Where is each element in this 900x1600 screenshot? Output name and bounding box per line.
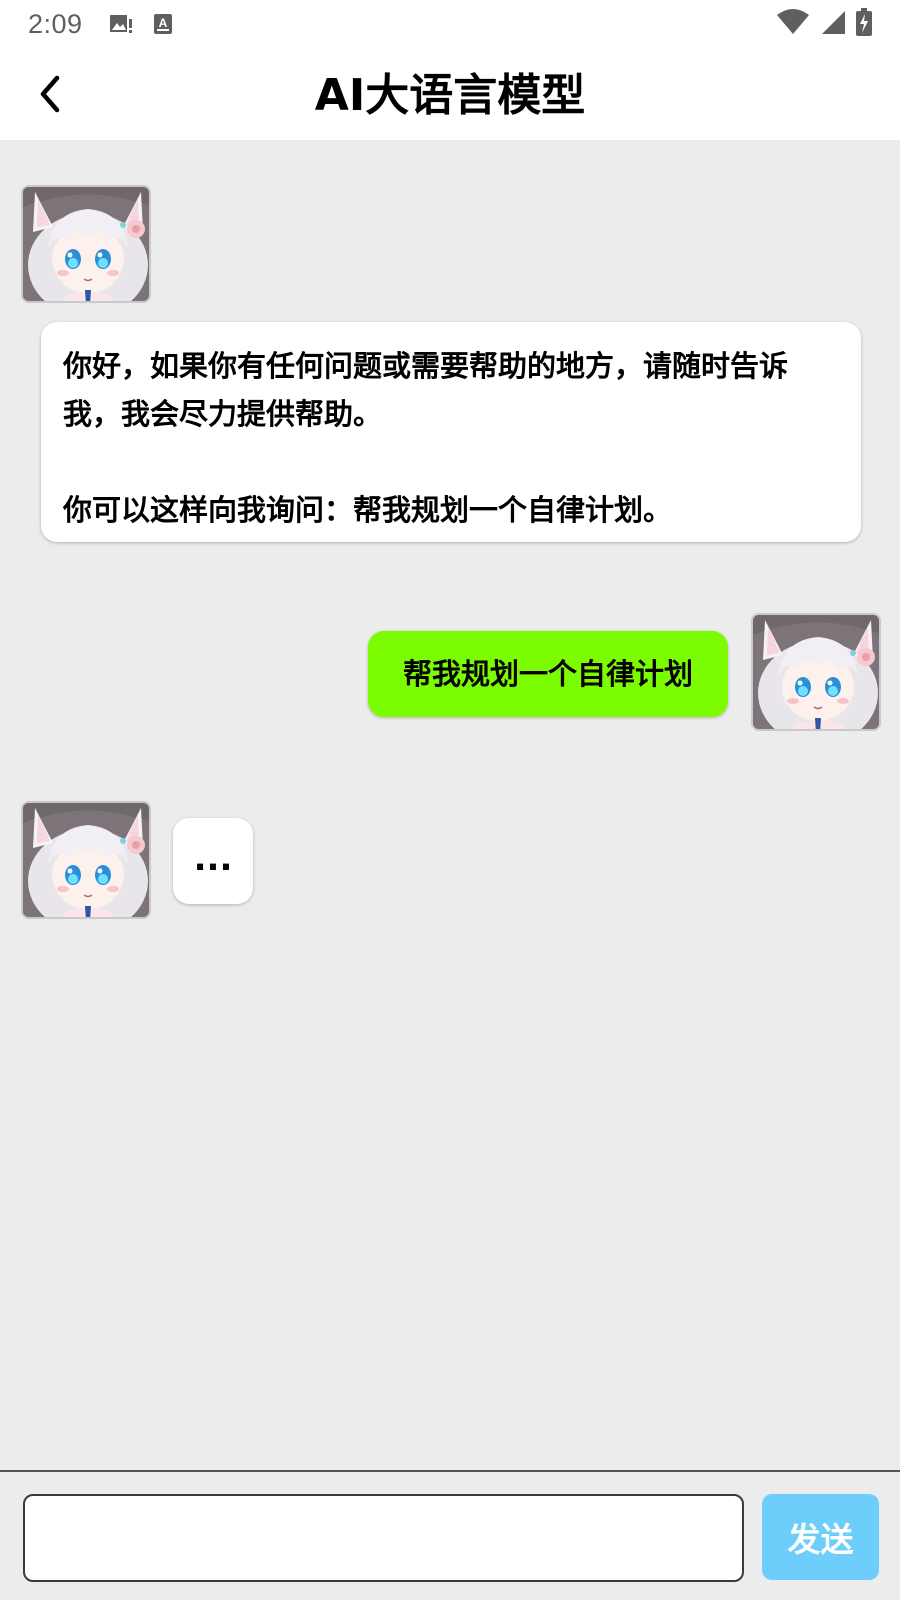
message-text: 你好，如果你有任何问题或需要帮助的地方，请随时告诉我，我会尽力提供帮助。 你可以… — [63, 349, 789, 527]
typing-indicator-bubble: ... — [173, 818, 253, 904]
avatar — [21, 801, 151, 919]
page-title: AI大语言模型 — [314, 70, 586, 121]
status-right-icons — [776, 8, 872, 40]
status-bar: 2:09 A — [0, 0, 900, 48]
text-notification-icon: A — [153, 13, 175, 35]
send-button[interactable]: 发送 — [762, 1494, 879, 1580]
typing-indicator-text: ... — [193, 839, 233, 879]
composer-bar: 发送 — [0, 1470, 900, 1600]
avatar — [751, 613, 881, 731]
assistant-message-bubble: 你好，如果你有任何问题或需要帮助的地方，请随时告诉我，我会尽力提供帮助。 你可以… — [41, 322, 861, 542]
svg-text:A: A — [158, 16, 167, 30]
image-notification-icon — [109, 13, 132, 35]
battery-charging-icon — [856, 8, 872, 40]
message-input[interactable] — [23, 1494, 744, 1582]
wifi-icon — [776, 9, 810, 39]
message-text: 帮我规划一个自律计划 — [402, 657, 693, 691]
status-time: 2:09 — [28, 8, 83, 39]
avatar — [21, 185, 151, 303]
user-message-bubble: 帮我规划一个自律计划 — [368, 631, 728, 717]
app-header: AI大语言模型 — [0, 48, 900, 140]
signal-icon — [820, 9, 846, 39]
